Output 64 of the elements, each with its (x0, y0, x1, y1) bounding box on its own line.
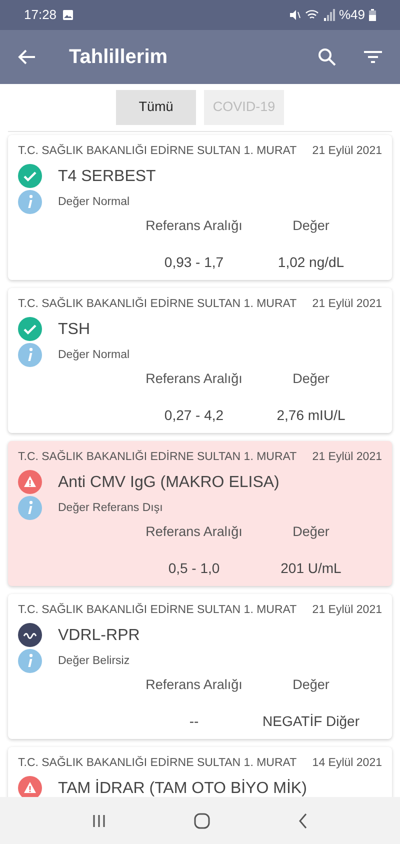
column-header: Değer (292, 370, 330, 388)
range-value: 0,93 - 1,7 (164, 252, 224, 272)
range-value: 0,27 - 4,2 (164, 406, 224, 424)
search-icon[interactable] (318, 48, 336, 66)
result-date: 21 Eylül 2021 (312, 144, 382, 159)
status-text: Değer Normal (58, 194, 130, 210)
range-value: -- (189, 712, 199, 730)
result-value: 1,02 ng/dL (278, 252, 344, 272)
mute-icon (288, 9, 301, 21)
recent-apps-icon[interactable] (92, 814, 106, 828)
hospital-name: T.C. SAĞLIK BAKANLIĞI EDİRNE SULTAN 1. MURAT (18, 602, 297, 618)
column-header: Değer (292, 523, 330, 542)
warning-icon (18, 470, 42, 494)
column-header: Değer (292, 676, 330, 694)
info-icon (18, 190, 42, 214)
result-value: 2,76 mIU/L (276, 406, 346, 424)
column-header: Değer (292, 217, 330, 236)
result-card[interactable]: T.C. SAĞLIK BAKANLIĞI EDİRNE SULTAN 1. MURAT 21 Eylül 2021 VDRL-RPR Değer Belirsiz Referans Aralığı Değer -- NEGATİF Diğer (8, 594, 392, 739)
result-date: 21 Eylül 2021 (312, 450, 382, 465)
status-text: Değer Referans Dışı (58, 500, 163, 516)
wifi-icon (304, 9, 319, 21)
home-icon[interactable] (194, 812, 210, 828)
result-value: NEGATİF Diğer (262, 712, 360, 731)
column-header: Referans Aralığı (146, 370, 242, 388)
filter-tab[interactable]: Tümü (116, 90, 196, 125)
result-date: 14 Eylül 2021 (312, 756, 382, 771)
status-text: Değer Normal (58, 348, 130, 363)
status-text: Değer Belirsiz (58, 654, 130, 669)
column-header: Referans Aralığı (146, 523, 242, 542)
screen-title: Tahlillerim (69, 45, 169, 70)
result-card[interactable]: T.C. SAĞLIK BAKANLIĞI EDİRNE SULTAN 1. MURAT 21 Eylül 2021 Anti CMV IgG (MAKRO ELISA) Değer Referans Dışı Referans Aralığı Değer 0,5 - 1,0 201 U/mL (8, 441, 392, 586)
hospital-name: T.C. SAĞLIK BAKANLIĞI EDİRNE SULTAN 1. MURAT (18, 296, 297, 312)
range-value: 0,5 - 1,0 (168, 558, 220, 578)
result-date: 21 Eylül 2021 (312, 603, 382, 618)
back-arrow-icon[interactable] (18, 49, 36, 65)
hospital-name: T.C. SAĞLIK BAKANLIĞI EDİRNE SULTAN 1. MURAT (18, 143, 297, 159)
hospital-name: T.C. SAĞLIK BAKANLIĞI EDİRNE SULTAN 1. MURAT (18, 755, 297, 771)
filter-icon[interactable] (364, 50, 382, 64)
check-icon (18, 164, 42, 188)
column-header: Referans Aralığı (146, 217, 242, 236)
clock: 17:28 (24, 6, 57, 24)
signal-icon (322, 9, 335, 21)
test-name: T4 SERBEST (58, 166, 156, 186)
warning-icon (18, 776, 42, 797)
test-name: TAM İDRAR (TAM OTO BİYO MİK) (58, 778, 307, 797)
column-header: Referans Aralığı (146, 676, 242, 694)
result-value: 201 U/mL (280, 558, 342, 578)
check-icon (18, 317, 42, 342)
image-icon (62, 10, 73, 20)
info-icon (18, 343, 42, 368)
info-icon (18, 496, 42, 520)
test-name: VDRL-RPR (58, 626, 140, 645)
test-name: Anti CMV IgG (MAKRO ELISA) (58, 472, 280, 492)
back-icon[interactable] (298, 812, 308, 828)
result-card[interactable]: T.C. SAĞLIK BAKANLIĞI EDİRNE SULTAN 1. MURAT 14 Eylül 2021 TAM İDRAR (TAM OTO BİYO MİK) (8, 747, 392, 797)
battery-percent: %49 (338, 6, 365, 24)
result-card[interactable]: T.C. SAĞLIK BAKANLIĞI EDİRNE SULTAN 1. MURAT 21 Eylül 2021 T4 SERBEST Değer Normal Referans Aralığı Değer 0,93 - 1,7 1,02 ng/dL (8, 135, 392, 280)
wave-icon (18, 623, 42, 648)
info-icon (18, 649, 42, 674)
result-card[interactable]: T.C. SAĞLIK BAKANLIĞI EDİRNE SULTAN 1. MURAT 21 Eylül 2021 TSH Değer Normal Referans Aralığı Değer 0,27 - 4,2 2,76 mIU/L (8, 288, 392, 433)
result-date: 21 Eylül 2021 (312, 297, 382, 312)
test-name: TSH (58, 320, 90, 339)
hospital-name: T.C. SAĞLIK BAKANLIĞI EDİRNE SULTAN 1. MURAT (18, 449, 297, 465)
battery-icon (369, 9, 376, 21)
